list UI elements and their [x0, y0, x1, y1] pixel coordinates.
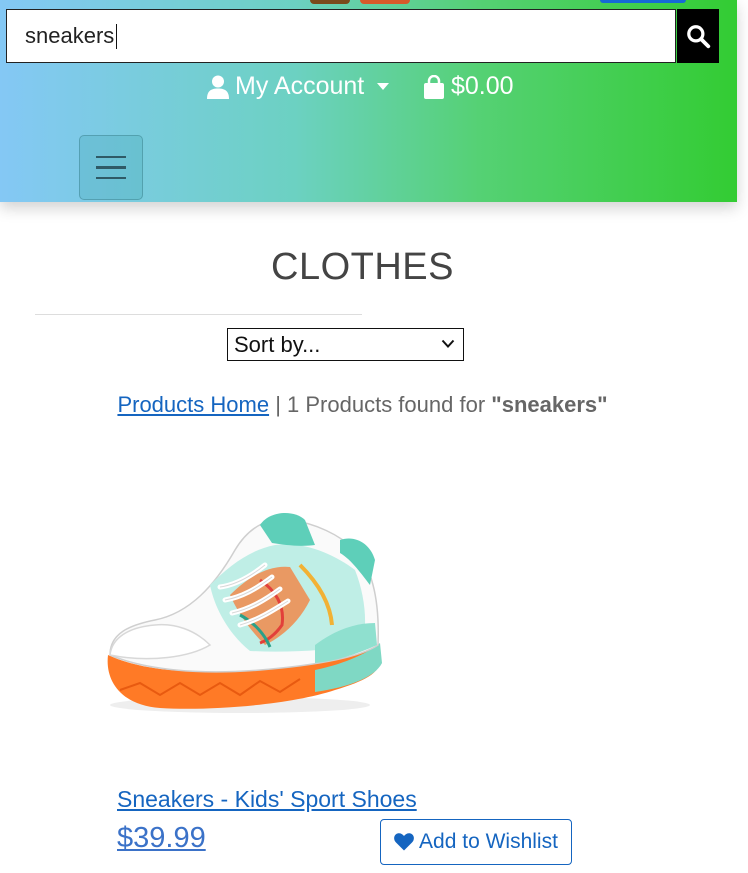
user-icon [207, 75, 229, 99]
chevron-down-icon [441, 339, 455, 348]
sort-selected-value: Sort by... [234, 331, 321, 357]
product-image[interactable] [100, 505, 390, 720]
sneaker-image [107, 513, 382, 713]
results-summary: Products Home | 1 Products found for "sn… [0, 392, 725, 418]
menu-toggle-button[interactable] [79, 135, 143, 200]
search-icon [687, 25, 711, 49]
results-count: 1 Products found for [287, 392, 486, 417]
products-home-link[interactable]: Products Home [117, 392, 269, 417]
search-input[interactable] [6, 9, 676, 63]
cart-link[interactable]: $0.00 [423, 72, 514, 101]
search-button[interactable] [677, 9, 719, 63]
logo-fragment [310, 0, 350, 4]
search-query: "sneakers" [491, 392, 608, 417]
page-title: CLOTHES [271, 246, 454, 288]
heart-icon [394, 833, 414, 851]
logo-fragment [360, 0, 410, 4]
text-cursor [116, 24, 117, 49]
add-to-wishlist-button[interactable]: Add to Wishlist [380, 819, 572, 865]
wishlist-label: Add to Wishlist [419, 830, 558, 853]
site-header: My Account $0.00 [0, 0, 737, 202]
product-price[interactable]: $39.99 [117, 822, 206, 855]
results-separator: | [275, 392, 281, 417]
title-divider [35, 314, 362, 315]
hamburger-icon [96, 152, 126, 184]
shopping-bag-icon [424, 74, 444, 99]
cart-total: $0.00 [451, 72, 514, 100]
my-account-dropdown[interactable]: My Account [207, 72, 390, 101]
account-nav: My Account $0.00 [0, 72, 737, 106]
sort-select[interactable]: Sort by... [227, 328, 464, 361]
chevron-down-icon [377, 83, 390, 90]
top-link-fragment[interactable] [600, 0, 686, 3]
my-account-label: My Account [235, 72, 365, 100]
product-name-link[interactable]: Sneakers - Kids' Sport Shoes [117, 786, 417, 813]
